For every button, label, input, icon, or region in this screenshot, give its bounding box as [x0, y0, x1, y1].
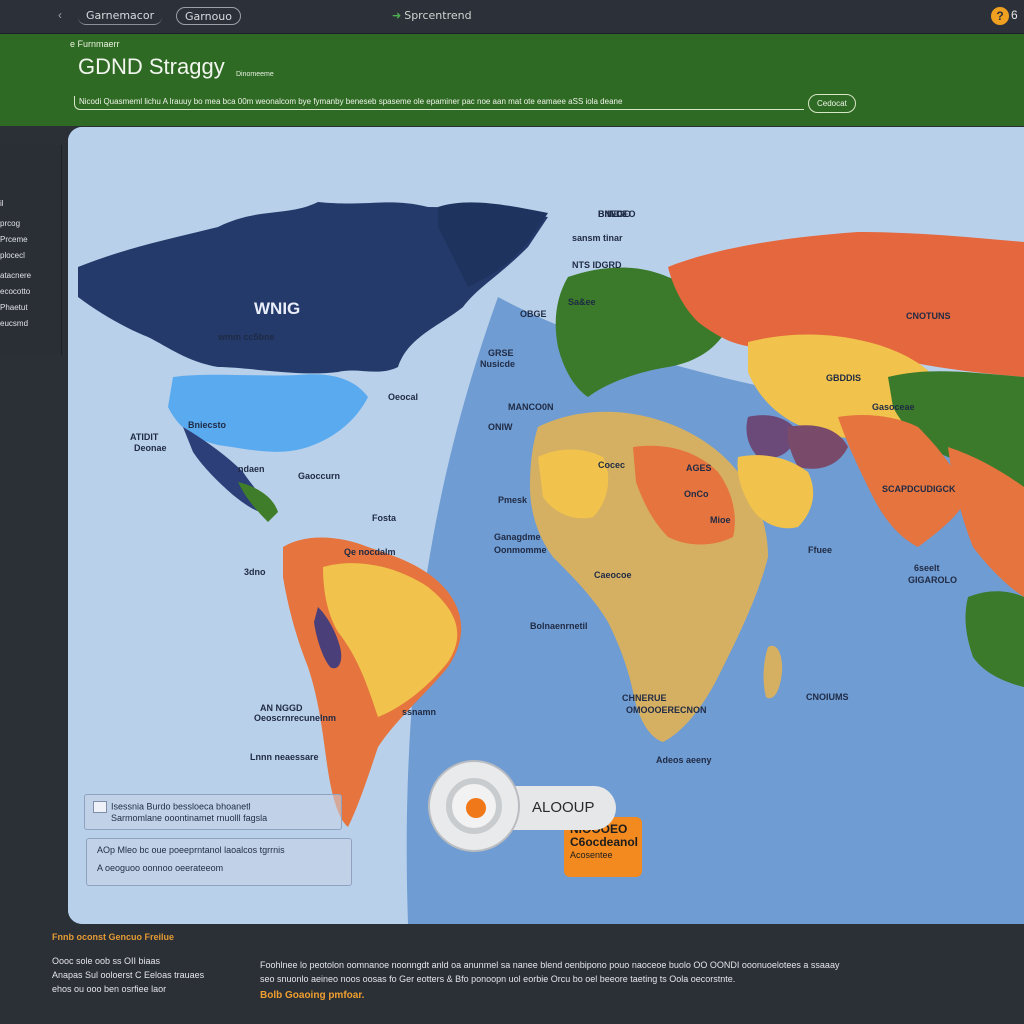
info-line: AOp Mleo bc oue poeeprntanol laoalcos tg…	[97, 845, 285, 855]
footer-left-line: Oooc sole oob ss OII biaas	[52, 956, 161, 966]
target-dot-icon	[466, 798, 486, 818]
info-box-primary[interactable]: Isessnia Burdo bessloeca bhoanetl Sarmom…	[84, 794, 342, 830]
quest-detail: Acosentee	[570, 850, 613, 860]
map-label: Lnnn neaessare	[250, 752, 319, 762]
map-label: Pmesk	[498, 495, 528, 505]
footer-left-line: Anapas Sul ooloerst C Eeloas trauaes	[52, 970, 205, 980]
side-item[interactable]: eucsmd	[0, 319, 28, 328]
checkbox-icon[interactable]	[93, 801, 107, 813]
tab-sprcentrend[interactable]: ➜ Sprcentrend	[384, 7, 480, 25]
side-item[interactable]: il	[0, 199, 4, 208]
header-pill-button[interactable]: Cedocat	[808, 94, 856, 113]
map-label: 6seelt	[914, 563, 940, 573]
tab-garnemacor[interactable]: Garnemacor	[78, 7, 163, 25]
map-label: CNOTUNS	[906, 311, 951, 321]
map-label: Oeocal	[388, 392, 419, 402]
map-label: AGES	[686, 463, 712, 473]
map-label: ONIW	[488, 422, 513, 432]
footer-title: Fnnb oconst Gencuo Freilue	[52, 932, 175, 942]
side-item[interactable]: prcog	[0, 219, 20, 228]
map-label: NTS IDGRD	[572, 260, 622, 270]
map-label: Oeoscrnrecunelnm	[254, 713, 337, 723]
map-label: 3dno	[244, 567, 266, 577]
map-label: Adeos aeeny	[656, 755, 712, 765]
info-line: Sarmomlane ooontinamet rnuolll fagsla	[111, 813, 268, 823]
map-label: Gasoceae	[872, 402, 915, 412]
coin-count: 6	[1011, 8, 1018, 22]
map-label: CNOIUMS	[806, 692, 849, 702]
header-overline: e Furnmaerr	[70, 39, 120, 49]
map-label: Gaoccurn	[298, 471, 341, 481]
action-dial[interactable]	[428, 760, 520, 852]
footer-body-line: Foohlnee lo peotolon oomnanoe noonngdt a…	[260, 960, 840, 970]
map-label: sansm tinar	[572, 233, 623, 243]
map-label: Fosta	[372, 513, 397, 523]
top-bar: ‹ Garnemacor Garnouo ➜ Sprcentrend ? 6	[0, 0, 1024, 34]
map-label: MANCO0N	[508, 402, 554, 412]
map-label: Bniecsto	[188, 420, 227, 430]
side-item[interactable]: atacnere	[0, 271, 31, 280]
map-label: SCAPDCUDIGCK	[882, 484, 956, 494]
map-label: Qe nocdalm	[344, 547, 396, 557]
map-label: Oonmomme	[494, 545, 547, 555]
footer-link[interactable]: Bolb Goaoing pmfoar.	[260, 990, 364, 1001]
map-label: AN NGGD	[260, 703, 303, 713]
side-panel: il prcog Prceme plocecl atacnere ecocott…	[0, 145, 62, 355]
map-label: OnCo	[684, 489, 709, 499]
map-label: Caeocoe	[594, 570, 632, 580]
map-label: Ganagdme	[494, 532, 541, 542]
map-label: GIGAROLO	[908, 575, 957, 585]
map-label: GRSE	[488, 348, 514, 358]
header-banner: e Furnmaerr GDND Straggy Dinomeeme Nicod…	[0, 34, 1024, 126]
footer-left-line: ehos ou ooo ben osrfiee laor	[52, 984, 167, 994]
map-label: OMOOOERECNON	[626, 705, 707, 715]
news-ticker: Nicodi Quasmeml lichu A lrauuy bo mea bc…	[74, 96, 804, 110]
map-label: ATIDIT	[130, 432, 159, 442]
side-item[interactable]: Prceme	[0, 235, 28, 244]
side-item[interactable]: plocecl	[0, 251, 25, 260]
side-item[interactable]: ecocotto	[0, 287, 30, 296]
map-label: Mioe	[710, 515, 731, 525]
region-label-wnig: WNIG	[254, 299, 301, 318]
map-label: ndaen	[238, 464, 265, 474]
quest-subtitle: C6ocdeanol	[570, 835, 639, 849]
map-label: Deonae	[134, 443, 167, 453]
tab-label: Sprcentrend	[404, 9, 472, 22]
map-label: GBDDIS	[826, 373, 862, 383]
back-icon[interactable]: ‹	[58, 8, 62, 22]
coin-icon: ?	[991, 7, 1009, 25]
footer-body-line: seo snuonlo aeineo noos oosas fo Ger eot…	[260, 974, 736, 984]
arrow-icon: ➜	[392, 9, 402, 22]
map-label: Ffuee	[808, 545, 833, 555]
map-label: ssnamn	[402, 707, 437, 717]
info-line: Isessnia Burdo bessloeca bhoanetl	[93, 801, 333, 813]
map-label: CHNERUE	[622, 693, 667, 703]
info-box-secondary: AOp Mleo bc oue poeeprntanol laoalcos tg…	[86, 838, 352, 886]
map-label: Sa&ee	[568, 297, 596, 307]
map-label: wmm cc5bne	[218, 332, 275, 342]
map-label: Nusicde	[480, 359, 516, 369]
map-label: Cocec	[598, 460, 626, 470]
footer-panel: Fnnb oconst Gencuo Freilue Oooc sole oob…	[0, 924, 1024, 1024]
dial-ring	[446, 778, 502, 834]
map-label: BIINDEO	[598, 209, 636, 219]
header-subtitle: Dinomeeme	[236, 71, 274, 78]
side-item[interactable]: Phaetut	[0, 303, 28, 312]
info-line: A oeoguoo oonnoo oeerateeom	[97, 863, 224, 873]
map-label: Bolnaenrnetil	[530, 621, 588, 631]
tab-garnouo[interactable]: Garnouo	[176, 7, 241, 25]
map-label: OBGE	[520, 309, 547, 319]
page-title: GDND Straggy	[78, 54, 225, 79]
